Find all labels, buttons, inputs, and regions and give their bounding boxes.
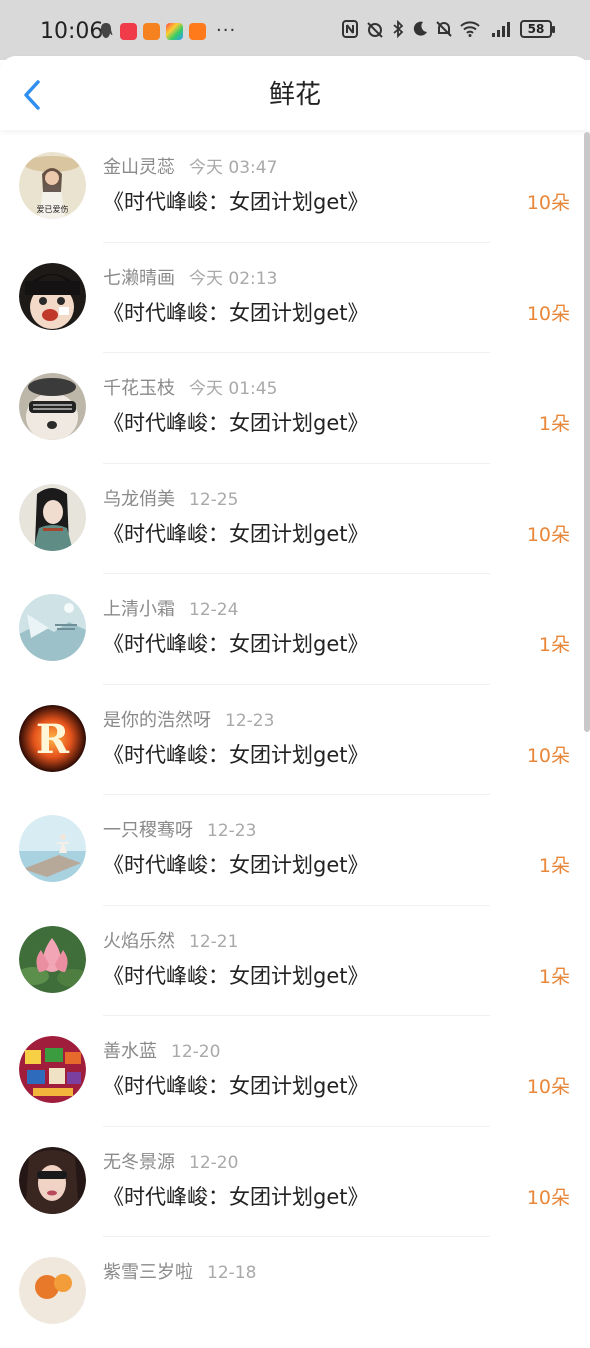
timestamp: 12-20 bbox=[189, 1152, 239, 1173]
app-notify-icon-multicolor bbox=[166, 22, 183, 40]
avatar bbox=[19, 594, 86, 661]
flower-count: 10朵 bbox=[526, 192, 570, 214]
avatar bbox=[19, 1257, 86, 1324]
sender-name: 是你的浩然呀 12-23 bbox=[103, 709, 275, 731]
app-notify-icon-orange bbox=[143, 22, 160, 40]
avatar-text: R bbox=[36, 716, 70, 763]
list-item[interactable]: 一只稷骞呀 12-23 《时代峰峻：女团计划get》 1朵 bbox=[0, 795, 590, 906]
sender-name: 千花玉枝 今天 01:45 bbox=[103, 378, 278, 399]
book-title: 《时代峰峻：女团计划get》 bbox=[103, 300, 369, 325]
avatar bbox=[19, 925, 86, 993]
timestamp: 今天 01:45 bbox=[189, 379, 278, 399]
sender-name: 火焰乐然 12-21 bbox=[103, 930, 239, 952]
sender-name: 善水蓝 12-20 bbox=[103, 1041, 221, 1062]
timestamp: 12-21 bbox=[189, 931, 239, 952]
timestamp: 今天 03:47 bbox=[189, 158, 278, 178]
sender-name: 紫雪三岁啦 12-18 bbox=[103, 1262, 257, 1283]
alarm-off-icon bbox=[367, 22, 383, 38]
book-title: 《时代峰峻：女团计划get》 bbox=[103, 521, 369, 546]
list-item[interactable]: 紫雪三岁啦 12-18 bbox=[0, 1237, 590, 1348]
book-title: 《时代峰峻：女团计划get》 bbox=[103, 742, 369, 767]
list-item[interactable]: 乌龙俏美 12-25 《时代峰峻：女团计划get》 10朵 bbox=[0, 464, 590, 574]
flower-list: 爱已爱伤 金山灵蕊 今天 03:47 《时代峰峻：女团计划get》 10朵 七濑晴… bbox=[0, 132, 590, 1348]
list-item[interactable]: R 是你的浩然呀 12-23 《时代峰峻：女团计划get》 10朵 bbox=[0, 685, 590, 795]
avatar-text: 爱已爱伤 bbox=[37, 204, 69, 214]
list-item[interactable]: 千花玉枝 今天 01:45 《时代峰峻：女团计划get》 1朵 bbox=[0, 353, 590, 464]
timestamp: 12-20 bbox=[171, 1042, 221, 1062]
sender-name: 无冬景源 12-20 bbox=[103, 1151, 239, 1173]
flower-count: 1朵 bbox=[538, 855, 570, 877]
list-item[interactable]: 上清小霜 12-24 《时代峰峻：女团计划get》 1朵 bbox=[0, 574, 590, 685]
flower-count: 10朵 bbox=[526, 1186, 570, 1209]
timestamp: 12-23 bbox=[207, 821, 257, 841]
flower-count: 10朵 bbox=[526, 302, 570, 325]
flower-count: 1朵 bbox=[538, 634, 570, 656]
flower-count: 1朵 bbox=[538, 965, 570, 988]
sender-name: 一只稷骞呀 12-23 bbox=[103, 820, 257, 841]
timestamp: 今天 02:13 bbox=[189, 268, 278, 289]
status-time: 10:06 bbox=[40, 19, 104, 44]
flower-count: 10朵 bbox=[526, 1076, 570, 1098]
avatar bbox=[19, 1146, 86, 1214]
timestamp: 12-23 bbox=[225, 710, 275, 731]
flower-count: 10朵 bbox=[526, 523, 570, 546]
list-item[interactable]: 无冬景源 12-20 《时代峰峻：女团计划get》 10朵 bbox=[0, 1127, 590, 1237]
avatar bbox=[19, 1036, 86, 1103]
sender-name: 七濑晴画 今天 02:13 bbox=[103, 267, 278, 289]
header: 鲜花 bbox=[0, 56, 590, 130]
bluetooth-icon bbox=[393, 20, 404, 38]
avatar: R bbox=[19, 704, 86, 772]
notification-icons: ··· bbox=[98, 22, 236, 40]
timestamp: 12-24 bbox=[189, 600, 239, 620]
book-title: 《时代峰峻：女团计划get》 bbox=[103, 1074, 369, 1098]
status-bar: 10:06 ··· 58 bbox=[0, 0, 590, 60]
flower-count: 10朵 bbox=[526, 744, 570, 767]
book-title: 《时代峰峻：女团计划get》 bbox=[103, 853, 369, 877]
book-title: 《时代峰峻：女团计划get》 bbox=[103, 632, 369, 656]
timestamp: 12-25 bbox=[189, 489, 239, 510]
moon-icon bbox=[413, 21, 427, 36]
book-title: 《时代峰峻：女团计划get》 bbox=[103, 1184, 369, 1209]
list-item[interactable]: 善水蓝 12-20 《时代峰峻：女团计划get》 10朵 bbox=[0, 1016, 590, 1127]
wifi-icon bbox=[460, 21, 480, 37]
avatar: 爱已爱伤 bbox=[19, 152, 86, 219]
app-notify-icon-play bbox=[189, 22, 206, 40]
app-notify-icon-red bbox=[120, 22, 137, 40]
list-item[interactable]: 爱已爱伤 金山灵蕊 今天 03:47 《时代峰峻：女团计划get》 10朵 bbox=[0, 132, 590, 243]
sender-name: 上清小霜 12-24 bbox=[103, 599, 239, 620]
system-icons: 58 bbox=[342, 20, 555, 38]
book-title: 《时代峰峻：女团计划get》 bbox=[103, 190, 369, 214]
book-title: 《时代峰峻：女团计划get》 bbox=[103, 963, 369, 988]
list-item[interactable]: 七濑晴画 今天 02:13 《时代峰峻：女团计划get》 10朵 bbox=[0, 243, 590, 353]
book-title: 《时代峰峻：女团计划get》 bbox=[103, 411, 369, 435]
scrollbar[interactable] bbox=[584, 132, 590, 732]
sender-name: 乌龙俏美 12-25 bbox=[103, 488, 239, 510]
timestamp: 12-18 bbox=[207, 1263, 257, 1283]
battery-indicator: 58 bbox=[520, 20, 555, 38]
avatar bbox=[19, 483, 86, 551]
qq-penguin-icon bbox=[99, 23, 113, 38]
signal-icon bbox=[492, 22, 510, 37]
more-notifications-icon: ··· bbox=[216, 20, 237, 41]
bell-off-icon bbox=[436, 21, 452, 37]
nfc-icon bbox=[342, 20, 358, 38]
flower-count: 1朵 bbox=[538, 413, 570, 435]
list-item[interactable]: 火焰乐然 12-21 《时代峰峻：女团计划get》 1朵 bbox=[0, 906, 590, 1016]
avatar bbox=[19, 262, 86, 330]
avatar bbox=[19, 373, 86, 440]
page-title: 鲜花 bbox=[268, 80, 321, 110]
sender-name: 金山灵蕊 今天 03:47 bbox=[103, 157, 278, 178]
avatar bbox=[19, 815, 86, 882]
